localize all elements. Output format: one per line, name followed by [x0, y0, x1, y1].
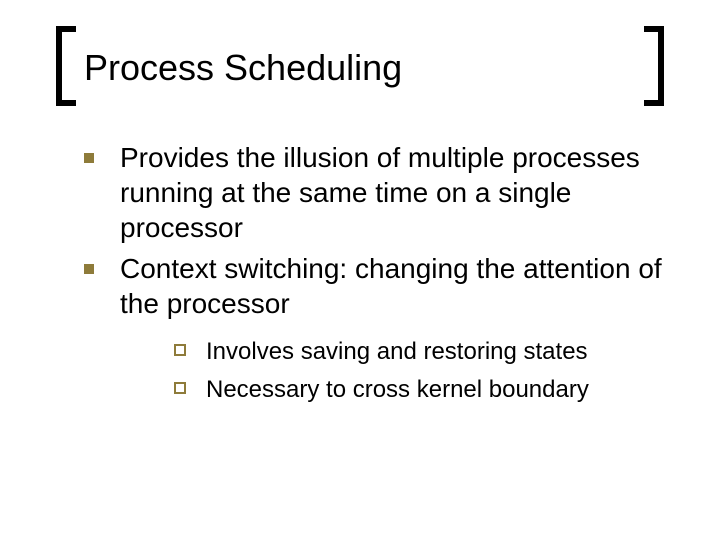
list-item: Provides the illusion of multiple proces… [70, 140, 670, 245]
slide-body: Provides the illusion of multiple proces… [70, 140, 670, 412]
bullet-list-level1: Provides the illusion of multiple proces… [70, 140, 670, 406]
slide-title: Process Scheduling [84, 48, 402, 88]
list-item: Necessary to cross kernel boundary [166, 373, 670, 407]
bullet-text: Context switching: changing the attentio… [120, 253, 662, 319]
bracket-left-icon [56, 26, 76, 106]
slide: Process Scheduling Provides the illusion… [0, 0, 720, 540]
list-item: Context switching: changing the attentio… [70, 251, 670, 406]
bullet-list-level2: Involves saving and restoring states Nec… [120, 335, 670, 406]
title-container: Process Scheduling [60, 42, 660, 112]
bullet-text: Necessary to cross kernel boundary [206, 376, 589, 403]
bullet-text: Involves saving and restoring states [206, 338, 588, 365]
bracket-right-icon [644, 26, 664, 106]
bullet-text: Provides the illusion of multiple proces… [120, 142, 640, 243]
list-item: Involves saving and restoring states [166, 335, 670, 369]
